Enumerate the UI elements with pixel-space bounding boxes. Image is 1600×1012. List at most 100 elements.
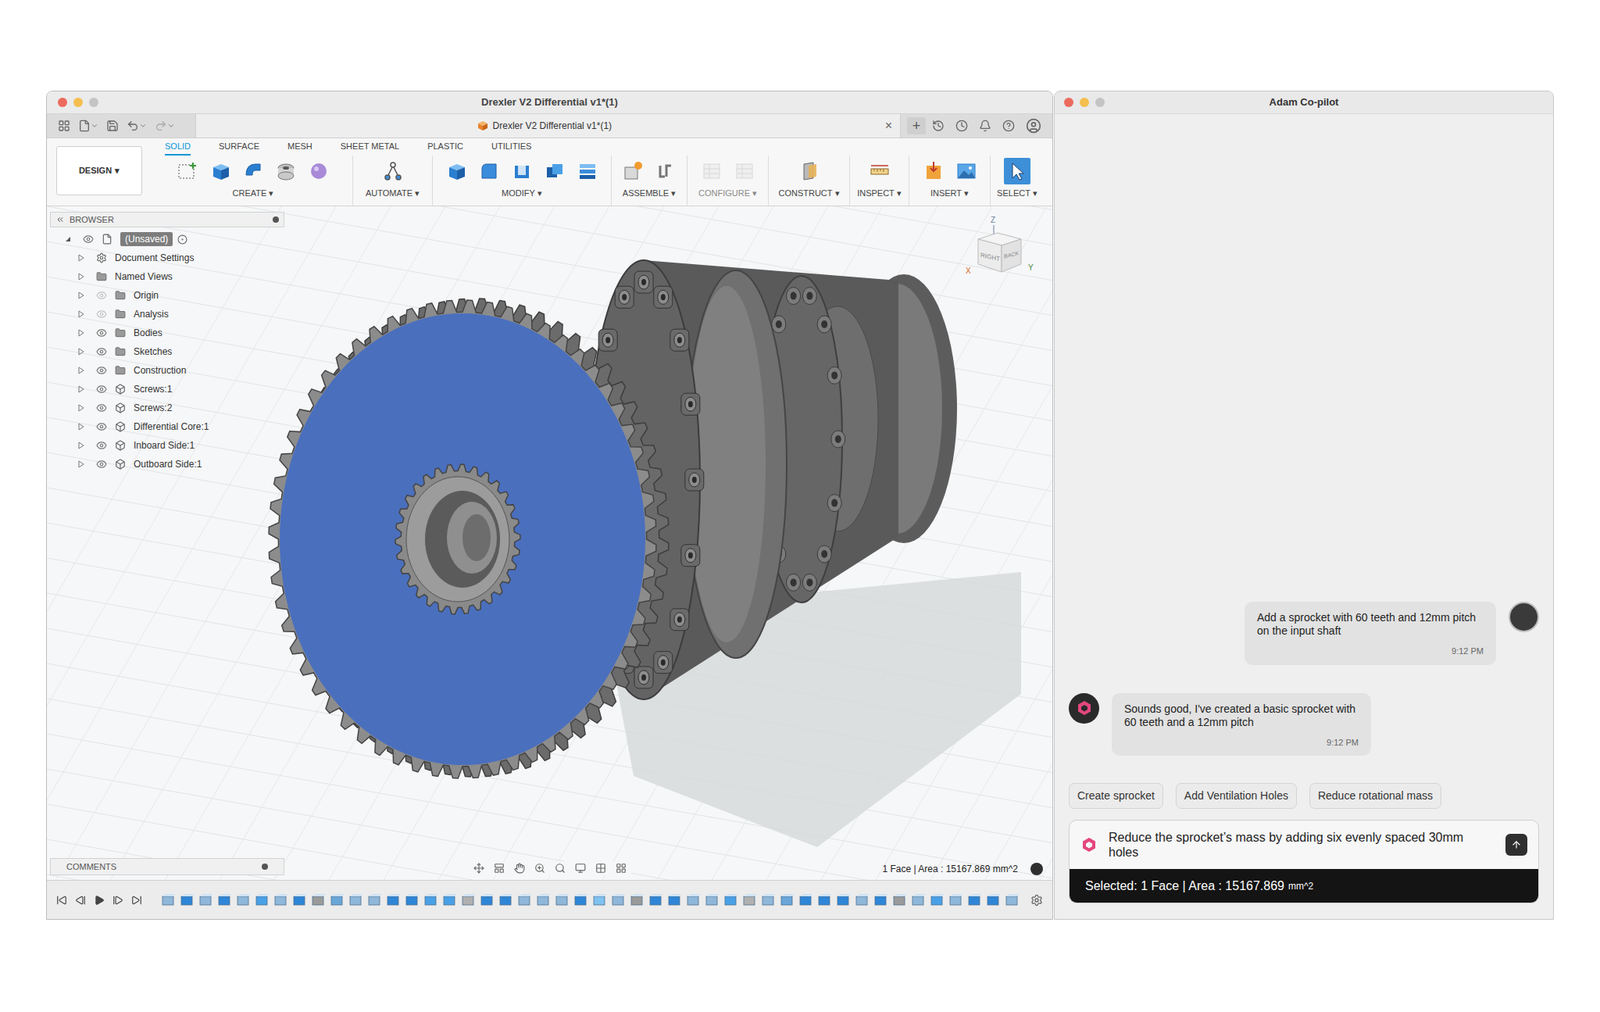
toolbar-group[interactable]: ASSEMBLE▾ bbox=[611, 155, 688, 206]
minimize-button[interactable] bbox=[73, 97, 83, 108]
timeline-feature-icon[interactable] bbox=[273, 892, 288, 908]
timeline-feature-icon[interactable] bbox=[217, 892, 232, 908]
viewports-icon[interactable] bbox=[615, 862, 627, 874]
timeline-feature-icon[interactable] bbox=[573, 892, 588, 908]
timeline-feature-icon[interactable] bbox=[704, 892, 719, 908]
visibility-toggle[interactable] bbox=[96, 327, 111, 339]
display-settings-icon[interactable] bbox=[575, 862, 586, 874]
browser-item[interactable]: Analysis bbox=[50, 304, 285, 324]
timeline-feature-icon[interactable] bbox=[160, 892, 175, 908]
cube-right-face[interactable] bbox=[1001, 239, 1022, 272]
timeline-feature-icon[interactable] bbox=[367, 892, 382, 908]
timeline-feature-icon[interactable] bbox=[1004, 892, 1019, 908]
toolbar-button[interactable] bbox=[174, 157, 201, 185]
toolbar-tab[interactable]: PLASTIC bbox=[427, 139, 464, 157]
timeline-feature-icon[interactable] bbox=[348, 892, 363, 908]
timeline-feature-icon[interactable] bbox=[535, 892, 550, 908]
toolbar-group[interactable]: SELECT▾ bbox=[990, 155, 1044, 206]
timeline-settings-icon[interactable] bbox=[1030, 893, 1043, 907]
timeline-feature-icon[interactable] bbox=[198, 892, 213, 908]
toolbar-tab[interactable]: UTILITIES bbox=[491, 139, 532, 157]
toolbar-button[interactable] bbox=[796, 157, 823, 185]
play-icon[interactable] bbox=[93, 894, 105, 906]
toolbar-group[interactable]: INSPECT▾ bbox=[850, 155, 910, 206]
toolbar-group[interactable]: CREATE▾ bbox=[153, 155, 354, 206]
browser-item[interactable]: Named Views bbox=[50, 267, 285, 286]
timeline-feature-icon[interactable] bbox=[854, 892, 869, 908]
timeline-feature-icon[interactable] bbox=[610, 892, 625, 908]
toolbar-button[interactable] bbox=[305, 157, 333, 185]
collapse-icon[interactable] bbox=[55, 214, 65, 225]
timeline-feature-icon[interactable] bbox=[292, 892, 307, 908]
timeline-feature-icon[interactable] bbox=[404, 892, 419, 908]
timeline-feature-icon[interactable] bbox=[779, 892, 794, 908]
last-step-icon[interactable] bbox=[131, 894, 143, 906]
viewport[interactable]: ZRIGHTBACKXYBROWSER(Unsaved)Document Set… bbox=[46, 206, 1053, 880]
panel-pin-icon[interactable] bbox=[261, 863, 268, 870]
timeline-feature-icon[interactable] bbox=[554, 892, 569, 908]
toolbar-tab[interactable]: SURFACE bbox=[218, 139, 260, 157]
timeline-feature-icon[interactable] bbox=[479, 892, 494, 908]
toolbar-button[interactable] bbox=[619, 157, 647, 185]
timeline-feature-icon[interactable] bbox=[179, 892, 194, 908]
timeline-feature-icon[interactable] bbox=[235, 892, 250, 908]
expand-arrow-icon[interactable] bbox=[77, 403, 86, 412]
expand-arrow-icon[interactable] bbox=[77, 422, 86, 431]
timeline-feature-icon[interactable] bbox=[892, 892, 907, 908]
zoom-button[interactable] bbox=[89, 97, 99, 108]
timeline-feature-icon[interactable] bbox=[929, 892, 944, 908]
suggestion-chip[interactable]: Create sprocket bbox=[1068, 782, 1164, 809]
expand-arrow-icon[interactable] bbox=[77, 441, 86, 450]
expand-arrow-icon[interactable] bbox=[77, 291, 86, 300]
visibility-toggle[interactable] bbox=[96, 289, 111, 301]
timeline-feature-icon[interactable] bbox=[742, 892, 757, 908]
timeline-feature-icon[interactable] bbox=[254, 892, 269, 908]
visibility-toggle[interactable] bbox=[82, 233, 97, 245]
timeline-feature-icon[interactable] bbox=[592, 892, 607, 908]
timeline-feature-icon[interactable] bbox=[329, 892, 344, 908]
zoom-icon[interactable] bbox=[534, 862, 546, 874]
look-at-icon[interactable] bbox=[493, 862, 505, 874]
timeline-feature-icon[interactable] bbox=[817, 892, 832, 908]
job-status-icon[interactable] bbox=[955, 119, 968, 133]
toolbar-button[interactable] bbox=[379, 157, 407, 185]
visibility-toggle[interactable] bbox=[96, 421, 111, 433]
expand-arrow-icon[interactable] bbox=[64, 235, 72, 243]
expand-arrow-icon[interactable] bbox=[77, 253, 86, 262]
toolbar-button[interactable] bbox=[866, 157, 893, 185]
timeline-feature-icon[interactable] bbox=[648, 892, 663, 908]
toolbar-button[interactable] bbox=[953, 157, 980, 185]
extensions-icon[interactable] bbox=[932, 119, 945, 133]
timeline-feature-icon[interactable] bbox=[967, 892, 982, 908]
redo-button[interactable] bbox=[154, 119, 175, 133]
browser-item[interactable]: Inboard Side:1 bbox=[50, 435, 285, 455]
notifications-icon[interactable] bbox=[978, 119, 992, 133]
save-icon[interactable] bbox=[106, 119, 119, 133]
expand-arrow-icon[interactable] bbox=[77, 385, 86, 393]
workspace-switcher[interactable]: DESIGN▾ bbox=[56, 146, 143, 196]
previous-step-icon[interactable] bbox=[75, 894, 86, 906]
toolbar-button[interactable] bbox=[508, 157, 536, 185]
visibility-toggle[interactable] bbox=[96, 364, 111, 376]
prompt-input[interactable]: Reduce the sprocket’s mass by adding six… bbox=[1069, 820, 1539, 869]
cube-left-face[interactable] bbox=[978, 239, 1002, 272]
close-button[interactable] bbox=[57, 97, 68, 108]
toolbar-group[interactable]: CONFIGURE▾ bbox=[687, 155, 769, 206]
visibility-toggle[interactable] bbox=[96, 346, 111, 358]
timeline-feature-icon[interactable] bbox=[685, 892, 700, 908]
toolbar-button[interactable] bbox=[920, 157, 947, 185]
browser-item[interactable]: Bodies bbox=[50, 323, 285, 343]
next-step-icon[interactable] bbox=[112, 894, 124, 906]
activate-icon[interactable] bbox=[177, 234, 188, 245]
close-button[interactable] bbox=[1064, 97, 1074, 108]
timeline-feature-icon[interactable] bbox=[629, 892, 644, 908]
toolbar-button[interactable] bbox=[272, 157, 300, 185]
timeline-feature-icon[interactable] bbox=[460, 892, 475, 908]
timeline-feature-icon[interactable] bbox=[835, 892, 850, 908]
expand-arrow-icon[interactable] bbox=[77, 328, 86, 337]
expand-arrow-icon[interactable] bbox=[77, 460, 86, 468]
timeline-feature-icon[interactable] bbox=[910, 892, 925, 908]
suggestion-chip[interactable]: Add Ventilation Holes bbox=[1175, 782, 1297, 809]
timeline-feature-icon[interactable] bbox=[873, 892, 888, 908]
timeline-feature-icon[interactable] bbox=[723, 892, 738, 908]
